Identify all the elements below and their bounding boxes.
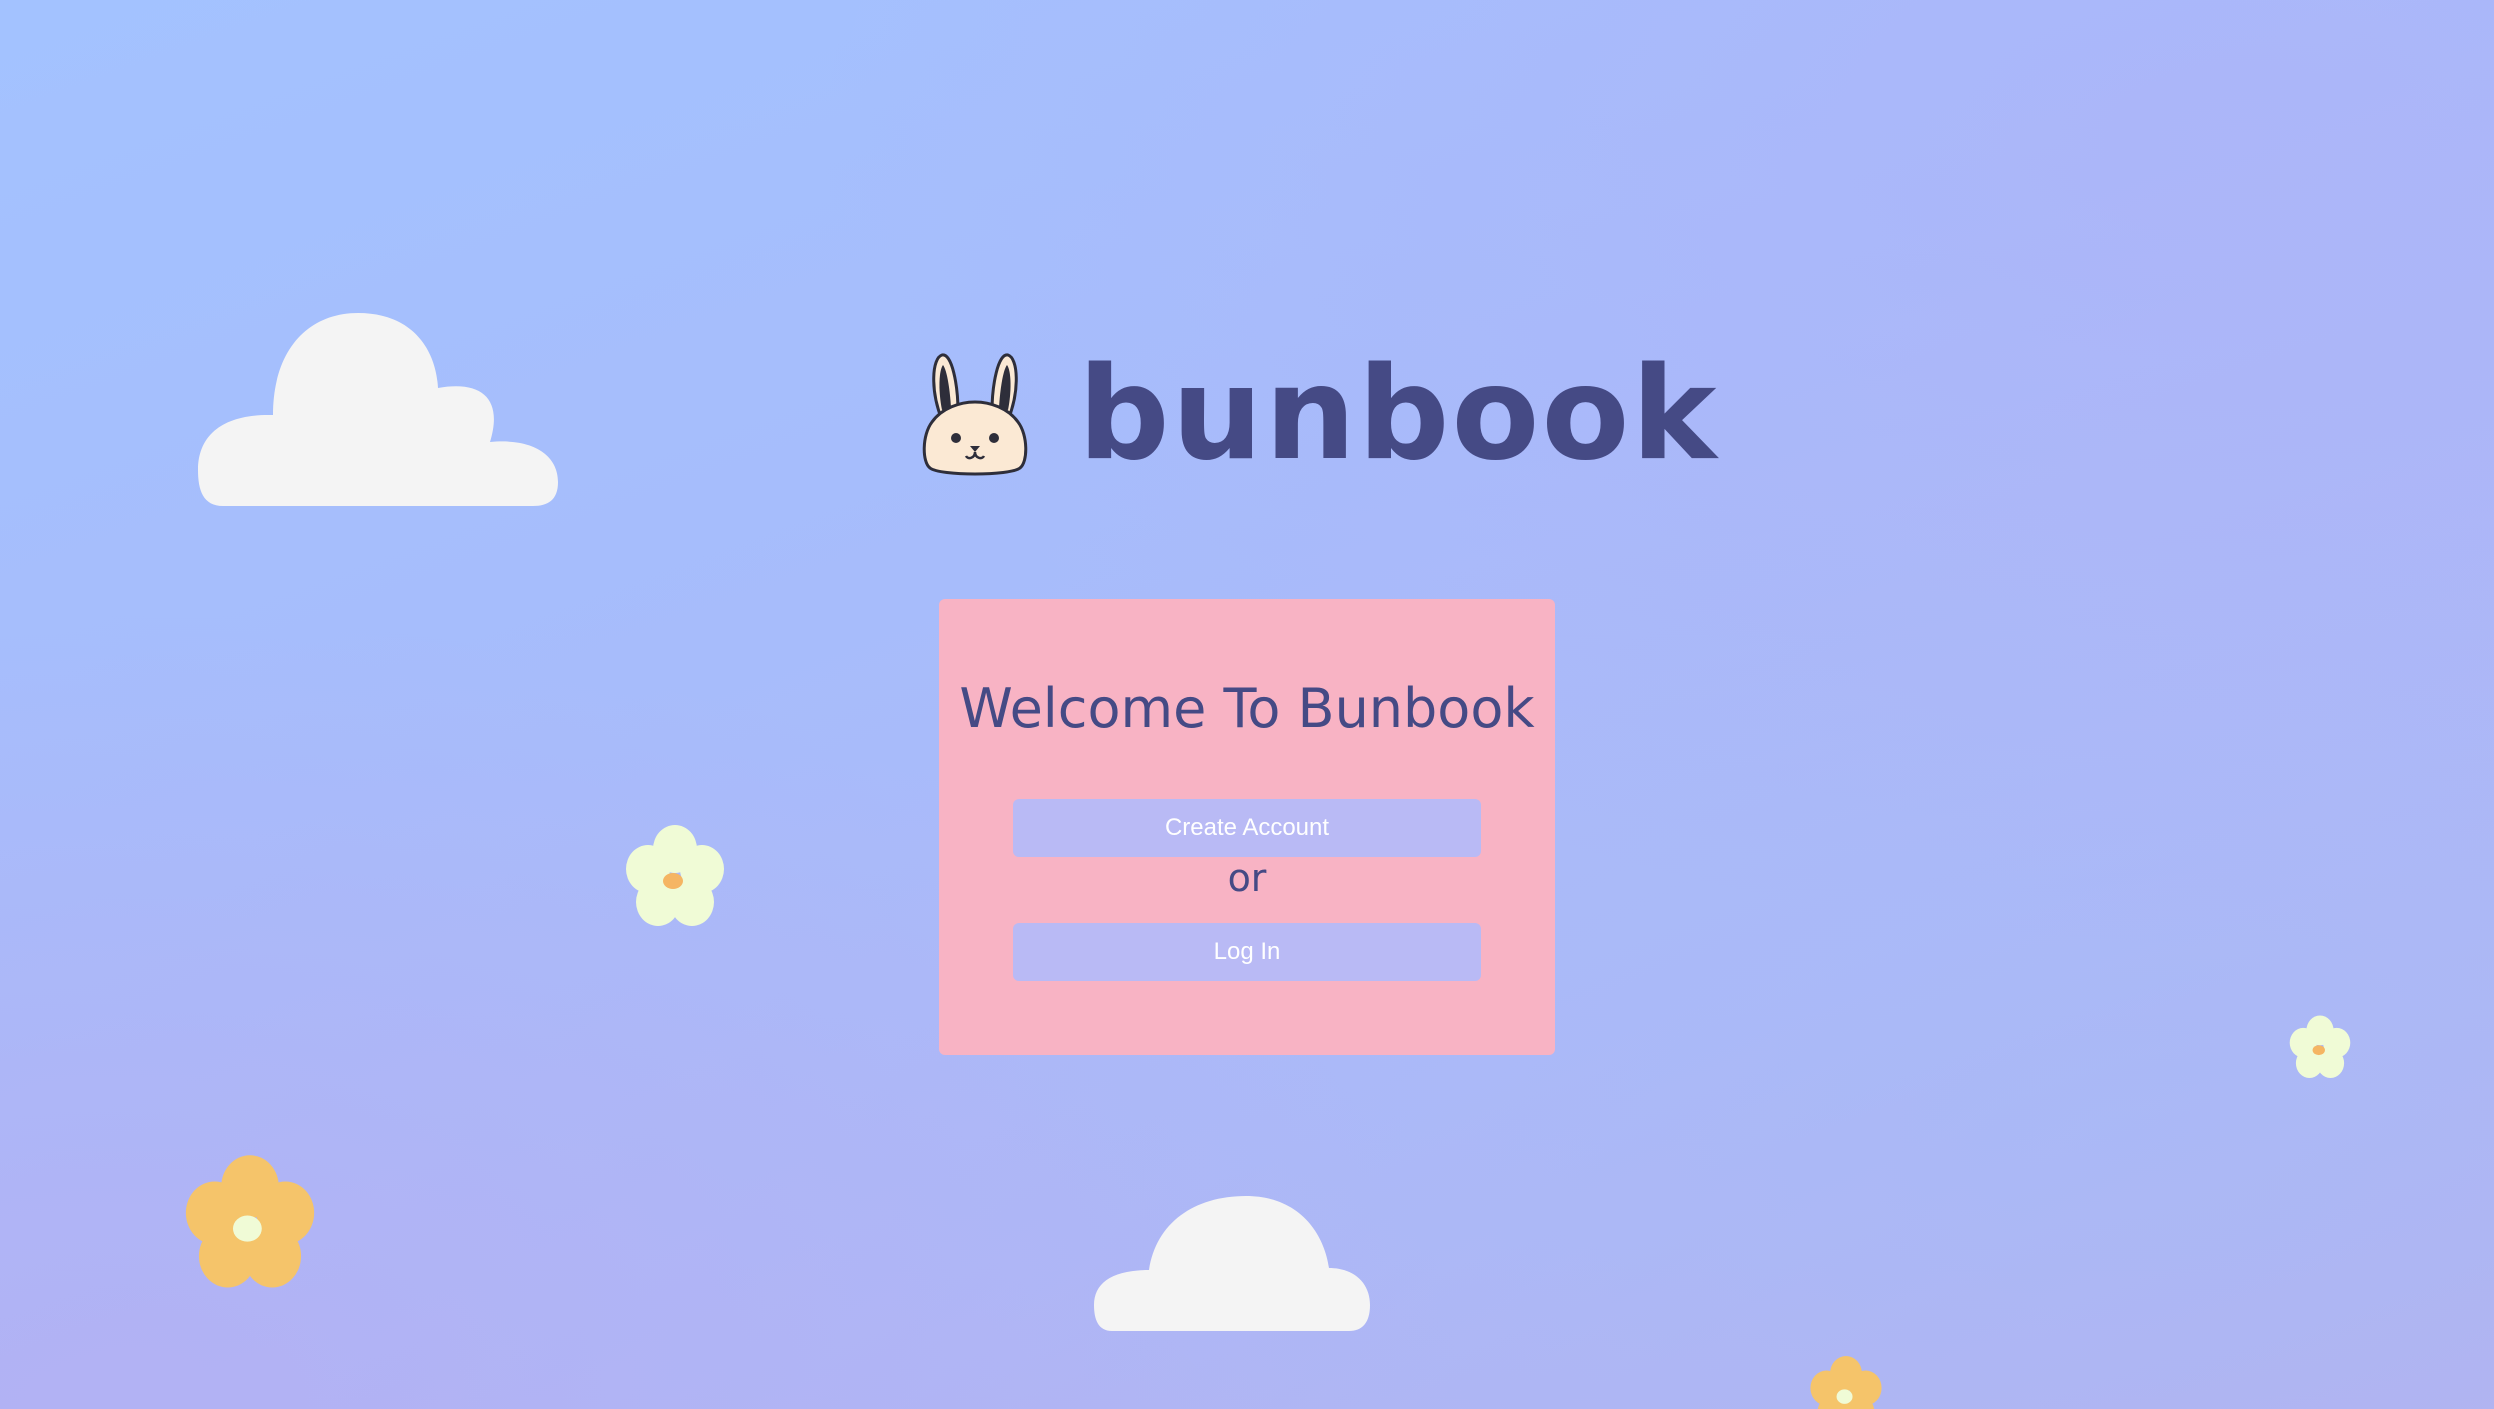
cloud-icon (198, 313, 558, 506)
welcome-card: Welcome To Bunbook Create Account or Log… (939, 599, 1555, 1055)
flower-icon (2289, 1015, 2351, 1078)
welcome-title: Welcome To Bunbook (959, 677, 1535, 740)
login-button[interactable]: Log In (1013, 923, 1481, 981)
create-account-button[interactable]: Create Account (1013, 799, 1481, 857)
flower-icon (1810, 1356, 1882, 1409)
separator-text: or (1227, 856, 1267, 900)
brand-header: bunbook (920, 345, 1719, 485)
cloud-icon (1094, 1196, 1370, 1331)
flower-icon (185, 1155, 315, 1288)
brand-name: bunbook (1078, 340, 1719, 489)
flower-icon (626, 825, 724, 926)
bunny-icon (922, 353, 1028, 476)
